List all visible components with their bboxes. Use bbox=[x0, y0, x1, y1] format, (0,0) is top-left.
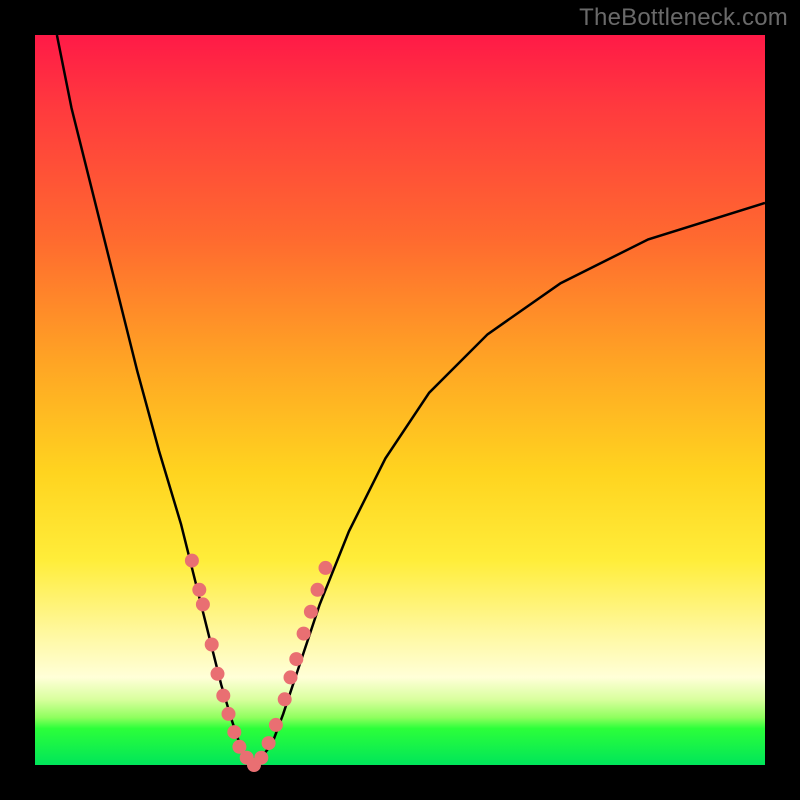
highlight-dot bbox=[304, 605, 318, 619]
highlight-dot bbox=[284, 670, 298, 684]
curve-layer bbox=[35, 35, 765, 765]
highlight-dot bbox=[269, 718, 283, 732]
highlight-dot bbox=[196, 597, 210, 611]
highlight-dot bbox=[254, 751, 268, 765]
highlight-dot bbox=[211, 667, 225, 681]
highlight-dot bbox=[311, 583, 325, 597]
watermark-text: TheBottleneck.com bbox=[579, 4, 788, 32]
plot-area bbox=[35, 35, 765, 765]
highlight-dot bbox=[192, 583, 206, 597]
highlight-dot bbox=[227, 725, 241, 739]
highlight-dot bbox=[205, 638, 219, 652]
chart-frame: TheBottleneck.com bbox=[0, 0, 800, 800]
highlight-dot bbox=[278, 692, 292, 706]
highlight-dots-group bbox=[185, 554, 333, 772]
bottleneck-curve bbox=[57, 35, 765, 765]
highlight-dot bbox=[289, 652, 303, 666]
highlight-dot bbox=[185, 554, 199, 568]
highlight-dot bbox=[319, 561, 333, 575]
highlight-dot bbox=[262, 736, 276, 750]
highlight-dot bbox=[297, 627, 311, 641]
highlight-dot bbox=[216, 689, 230, 703]
highlight-dot bbox=[222, 707, 236, 721]
